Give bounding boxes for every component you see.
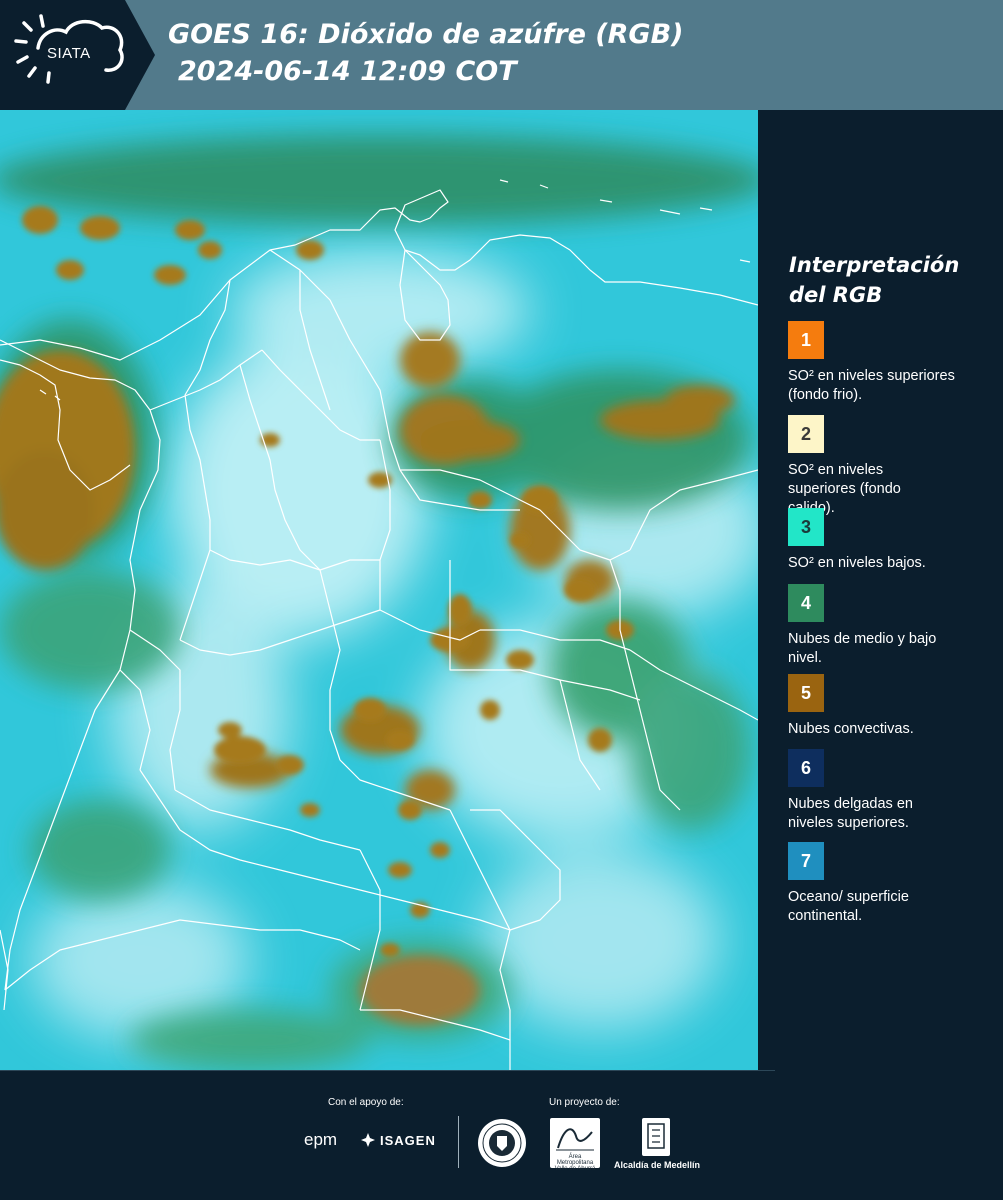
title-product: GOES 16: Dióxido de azúfre (RGB) [168,19,684,50]
isagen-mark-icon [361,1133,375,1147]
brand-name: SIATA [47,45,91,62]
legend-item-6: 6 Nubes delgadas en niveles superiores. [788,749,998,833]
footer-divider-line [0,1070,775,1071]
area-script-icon [556,1128,594,1151]
project-label: Un proyecto de: [549,1097,620,1108]
legend-swatch-3: 3 [788,508,824,546]
legend-swatch-4: 4 [788,584,824,622]
medellin-seal-icon[interactable] [477,1118,527,1168]
legend-swatch-7: 7 [788,842,824,880]
legend-item-1: 1 SO² en niveles superiores (fondo frio)… [788,321,998,405]
legend-panel: Interpretación del RGB 1 SO² en niveles … [760,110,1003,1070]
siata-logo[interactable]: SIATA [0,0,155,110]
isagen-text: ISAGEN [380,1132,436,1148]
support-label: Con el apoyo de: [328,1097,404,1108]
legend-label-7: Oceano/ superficie continental. [788,889,909,924]
legend-item-5: 5 Nubes convectivas. [788,674,998,739]
legend-item-4: 4 Nubes de medio y bajo nivel. [788,584,998,668]
isagen-logo[interactable]: ISAGEN [360,1132,436,1148]
area-label: Área Metropolitana Valle de Aburrá [554,1154,596,1172]
legend-label-4: Nubes de medio y bajo nivel. [788,631,937,666]
legend-item-2: 2 SO² en niveles superiores (fondo calid… [788,415,998,518]
area-metropolitana-logo[interactable]: Área Metropolitana Valle de Aburrá [550,1118,600,1172]
legend-label-6: Nubes delgadas en niveles superiores. [788,796,913,831]
legend-swatch-5: 5 [788,674,824,712]
legend-swatch-1: 1 [788,321,824,359]
legend-label-1: SO² en niveles superiores (fondo frio). [788,368,955,403]
legend-item-3: 3 SO² en niveles bajos. [788,508,998,573]
legend-title: Interpretación del RGB [789,253,960,307]
header-bar: SIATA GOES 16: Dióxido de azúfre (RGB) 2… [0,0,1003,110]
legend-item-7: 7 Oceano/ superficie continental. [788,842,998,926]
legend-label-5: Nubes convectivas. [788,721,914,737]
satellite-map[interactable] [0,110,758,1070]
legend-swatch-2: 2 [788,415,824,453]
footer: Con el apoyo de: Un proyecto de: epm ISA… [0,1070,1003,1200]
alcaldia-crest-icon [647,1123,665,1149]
alcaldia-building-icon[interactable] [642,1118,670,1156]
page-title: GOES 16: Dióxido de azúfre (RGB) 2024-06… [168,16,684,90]
footer-vertical-divider [458,1116,459,1168]
alcaldia-label: Alcaldía de Medellín [614,1160,701,1170]
epm-logo[interactable]: epm [304,1130,337,1150]
title-timestamp: 2024-06-14 12:09 COT [178,56,517,87]
legend-label-3: SO² en niveles bajos. [788,555,926,571]
legend-swatch-6: 6 [788,749,824,787]
map-canvas [0,110,758,1070]
